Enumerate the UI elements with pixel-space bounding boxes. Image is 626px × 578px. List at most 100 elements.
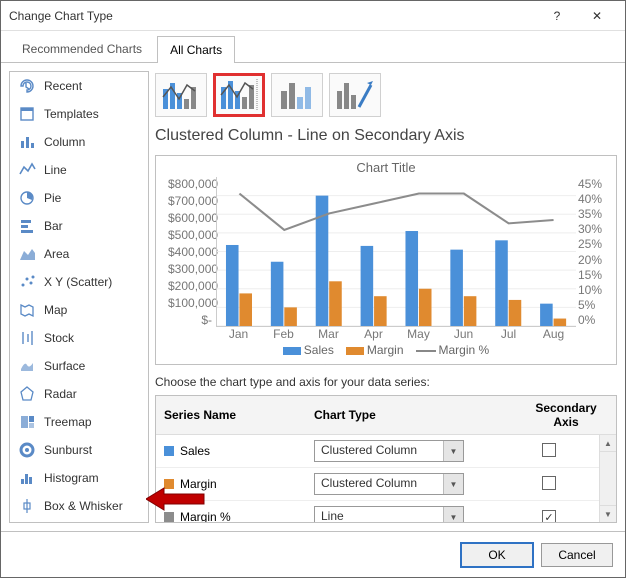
ok-button[interactable]: OK — [461, 543, 533, 567]
series-table-body: SalesClustered Column▼MarginClustered Co… — [156, 435, 599, 522]
sidebar-item-templates[interactable]: Templates — [10, 100, 148, 128]
x-axis-labels: JanFebMarAprMayJunJulAug — [216, 327, 576, 341]
stock-icon — [18, 329, 36, 347]
help-icon: ? — [554, 9, 561, 23]
bar-icon — [18, 217, 36, 235]
boxwhisker-icon — [18, 497, 36, 515]
header-chart-type: Chart Type — [306, 396, 516, 434]
legend-item-marginpct: Margin % — [416, 343, 490, 357]
sidebar-item-column[interactable]: Column — [10, 128, 148, 156]
title-bar: Change Chart Type ? ✕ — [1, 1, 625, 31]
legend-item-margin: Margin — [346, 343, 404, 357]
histogram-icon — [18, 469, 36, 487]
tab-all-charts[interactable]: All Charts — [157, 36, 235, 63]
series-type-select[interactable]: Clustered Column▼ — [314, 440, 464, 462]
series-name-label: Margin — [180, 477, 217, 491]
scatter-icon — [18, 273, 36, 291]
chart-plot-area: $800,000$700,000$600,000$500,000$400,000… — [172, 177, 576, 327]
subtype-row — [155, 71, 617, 119]
secondary-axis-checkbox[interactable]: ✓ — [542, 510, 556, 522]
legend-item-sales: Sales — [283, 343, 334, 357]
chart-preview-title: Chart Title — [166, 160, 606, 175]
chevron-down-icon: ▼ — [443, 441, 463, 461]
sidebar-item-bar[interactable]: Bar — [10, 212, 148, 240]
series-type-value: Clustered Column — [315, 474, 443, 494]
sidebar-item-label: Column — [44, 135, 85, 149]
map-icon — [18, 301, 36, 319]
series-type-select[interactable]: Clustered Column▼ — [314, 473, 464, 495]
sidebar-item-sunburst[interactable]: Sunburst — [10, 436, 148, 464]
line-icon — [18, 161, 36, 179]
series-scrollbar[interactable]: ▲ ▼ — [599, 435, 616, 522]
sidebar-item-label: Pie — [44, 191, 61, 205]
sidebar-item-label: Box & Whisker — [44, 499, 123, 513]
sidebar-item-surface[interactable]: Surface — [10, 352, 148, 380]
series-name-label: Sales — [180, 444, 210, 458]
chart-legend: Sales Margin Margin % — [166, 343, 606, 357]
header-series-name: Series Name — [156, 396, 306, 434]
chart-preview[interactable]: Chart Title $800,000$700,000$600,000$500… — [155, 155, 617, 365]
series-prompt: Choose the chart type and axis for your … — [155, 375, 617, 389]
chart-type-sidebar: Recent Templates Column Line Pie Bar Area X Y (… — [9, 71, 149, 523]
sidebar-item-histogram[interactable]: Histogram — [10, 464, 148, 492]
surface-icon — [18, 357, 36, 375]
sidebar-item-label: Sunburst — [44, 443, 92, 457]
dialog-body: Recent Templates Column Line Pie Bar Area X Y (… — [1, 63, 625, 531]
header-secondary-axis: Secondary Axis — [516, 396, 616, 434]
scroll-down-icon[interactable]: ▼ — [600, 505, 616, 522]
chevron-down-icon: ▼ — [443, 507, 463, 522]
subtype-combo-1[interactable] — [155, 73, 207, 117]
sidebar-item-label: X Y (Scatter) — [44, 275, 112, 289]
series-type-select[interactable]: Line▼ — [314, 506, 464, 522]
sidebar-item-boxwhisker[interactable]: Box & Whisker — [10, 492, 148, 520]
templates-icon — [18, 105, 36, 123]
subtype-combo-3[interactable] — [271, 73, 323, 117]
sidebar-item-scatter[interactable]: X Y (Scatter) — [10, 268, 148, 296]
sidebar-item-label: Histogram — [44, 471, 99, 485]
tab-strip: Recommended Charts All Charts — [1, 31, 625, 63]
recent-icon — [18, 77, 36, 95]
dialog-footer: OK Cancel — [1, 531, 625, 577]
sidebar-item-treemap[interactable]: Treemap — [10, 408, 148, 436]
sidebar-item-radar[interactable]: Radar — [10, 380, 148, 408]
series-name-label: Margin % — [180, 510, 231, 522]
sidebar-item-label: Bar — [44, 219, 63, 233]
tab-recommended-charts[interactable]: Recommended Charts — [9, 35, 155, 62]
pie-icon — [18, 189, 36, 207]
close-icon: ✕ — [592, 9, 602, 23]
sidebar-item-line[interactable]: Line — [10, 156, 148, 184]
close-button[interactable]: ✕ — [577, 1, 617, 31]
help-button[interactable]: ? — [537, 1, 577, 31]
sidebar-item-recent[interactable]: Recent — [10, 72, 148, 100]
sidebar-item-label: Treemap — [44, 415, 92, 429]
series-row-sales: Sales Clustered Column▼ — [156, 435, 599, 468]
secondary-axis-checkbox[interactable] — [542, 476, 556, 490]
sunburst-icon — [18, 441, 36, 459]
series-swatch — [164, 446, 174, 456]
sidebar-item-stock[interactable]: Stock — [10, 324, 148, 352]
plot — [216, 177, 576, 327]
series-row-margin: Margin Clustered Column▼ — [156, 468, 599, 501]
sidebar-item-pie[interactable]: Pie — [10, 184, 148, 212]
sidebar-item-label: Line — [44, 163, 67, 177]
chart-subtype-name: Clustered Column - Line on Secondary Axi… — [155, 125, 617, 149]
sidebar-item-label: Stock — [44, 331, 74, 345]
secondary-axis-checkbox[interactable] — [542, 443, 556, 457]
area-icon — [18, 245, 36, 263]
chevron-down-icon: ▼ — [443, 474, 463, 494]
series-swatch — [164, 479, 174, 489]
radar-icon — [18, 385, 36, 403]
sidebar-item-map[interactable]: Map — [10, 296, 148, 324]
cancel-button[interactable]: Cancel — [541, 543, 613, 567]
series-table-header: Series Name Chart Type Secondary Axis — [156, 396, 616, 435]
scroll-up-icon[interactable]: ▲ — [600, 435, 616, 452]
sidebar-item-label: Templates — [44, 107, 99, 121]
series-type-value: Clustered Column — [315, 441, 443, 461]
sidebar-item-area[interactable]: Area — [10, 240, 148, 268]
y1-axis-labels: $800,000$700,000$600,000$500,000$400,000… — [168, 177, 212, 327]
sidebar-item-label: Map — [44, 303, 67, 317]
subtype-combo-custom[interactable] — [329, 73, 381, 117]
subtype-combo-2-selected[interactable] — [213, 73, 265, 117]
window-title: Change Chart Type — [9, 9, 537, 23]
sidebar-item-waterfall[interactable]: Waterfall — [10, 520, 148, 523]
